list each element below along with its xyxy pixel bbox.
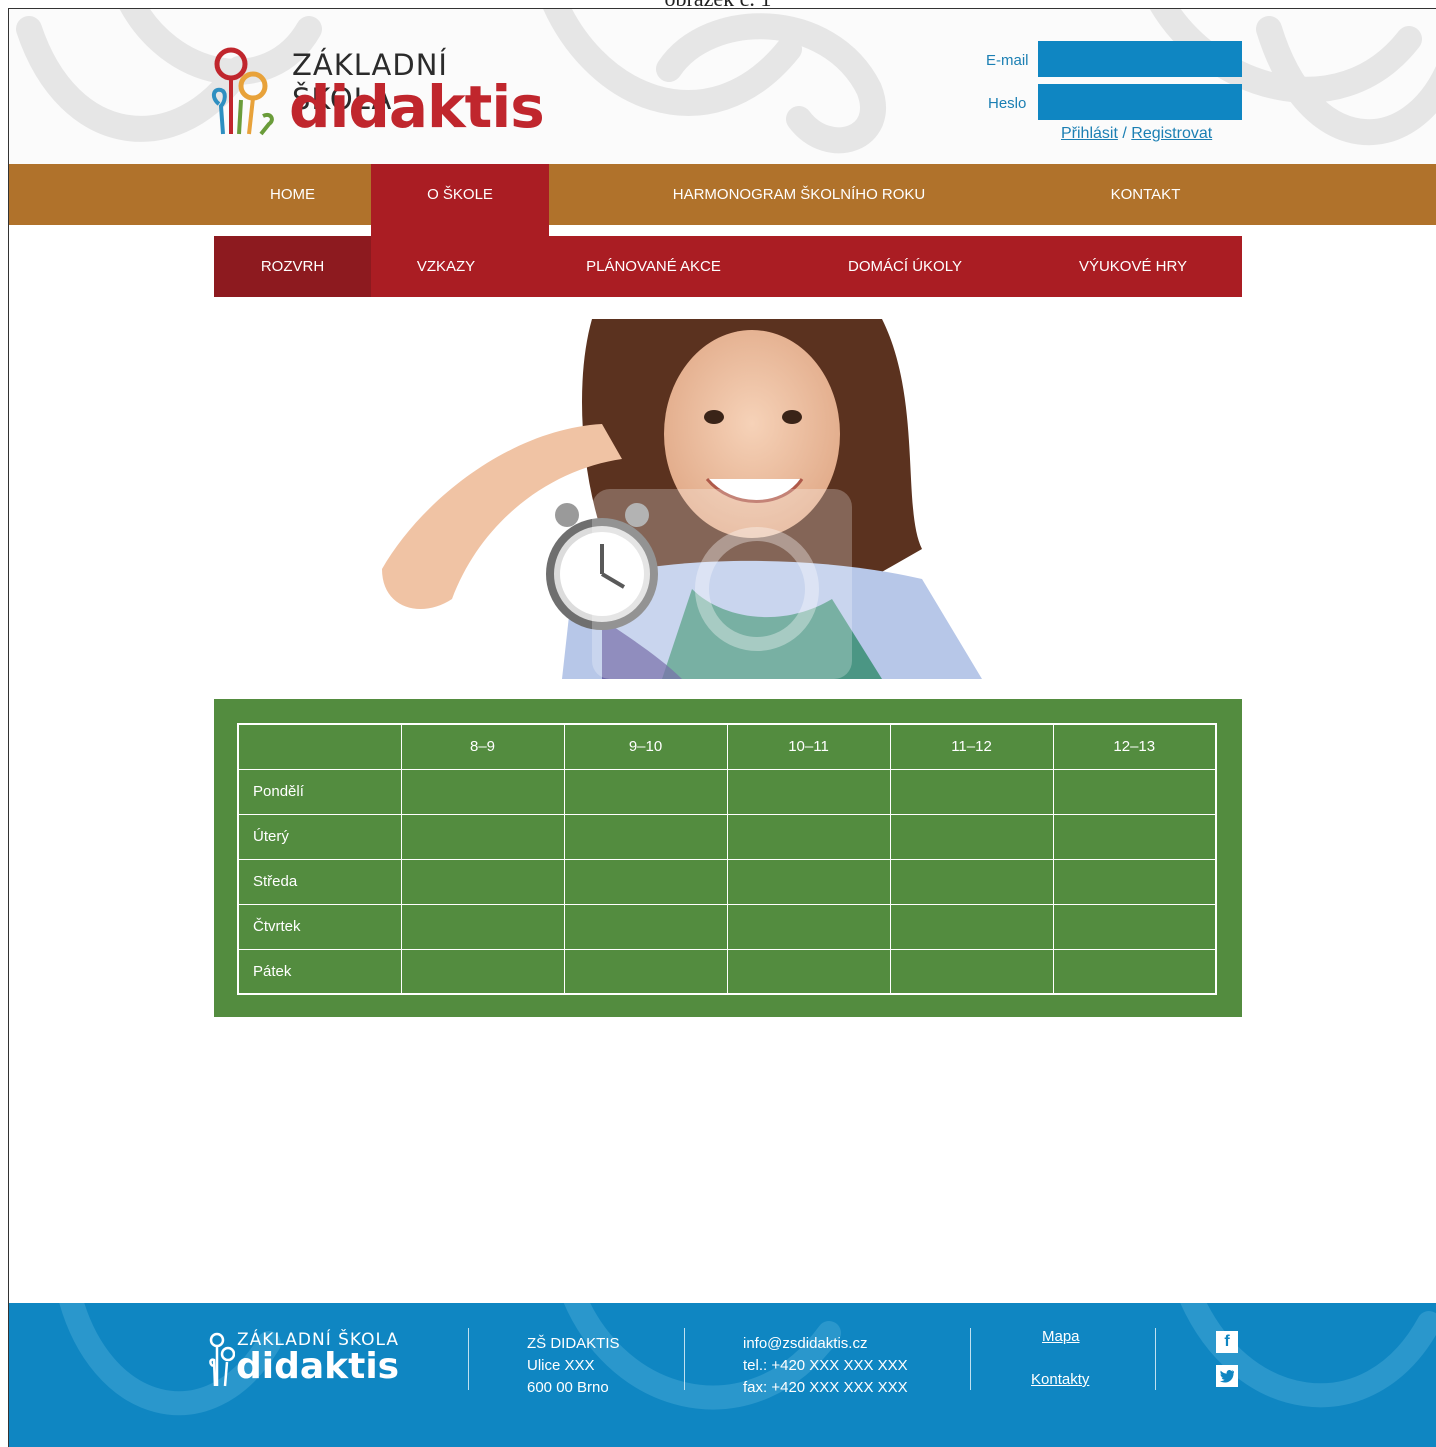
timetable-cell[interactable] [563, 813, 728, 860]
timetable-cell[interactable] [889, 948, 1054, 995]
footer-divider [970, 1328, 971, 1390]
subnav-item-domaci-ukoly[interactable]: DOMÁCÍ ÚKOLY [786, 236, 1024, 297]
timetable-cell[interactable] [400, 813, 565, 860]
timetable-cell[interactable] [400, 903, 565, 950]
nav-item-o-skole[interactable]: O ŠKOLE [371, 164, 549, 237]
twitter-bird-icon [1220, 1370, 1235, 1383]
subnav-item-rozvrh[interactable]: ROZVRH [214, 236, 371, 297]
timetable-cell[interactable] [563, 768, 728, 815]
timetable-cell[interactable] [400, 858, 565, 905]
logo-name: didaktis [289, 73, 545, 141]
password-field[interactable] [1038, 84, 1242, 120]
timetable-row: Středa [237, 858, 1217, 905]
header: ZÁKLADNÍ ŠKOLA didaktis E-mail Heslo Při… [9, 9, 1436, 164]
timetable-cell[interactable] [1052, 813, 1217, 860]
email-field[interactable] [1038, 41, 1242, 77]
main-navigation: HOME O ŠKOLE HARMONOGRAM ŠKOLNÍHO ROKU K… [9, 164, 1436, 237]
footer-address-line: ZŠ DIDAKTIS [527, 1335, 620, 1352]
timetable-row: Úterý [237, 813, 1217, 860]
login-links: Přihlásit / Registrovat [1061, 125, 1212, 143]
footer-logo[interactable]: ZÁKLADNÍ ŠKOLA didaktis [209, 1330, 419, 1390]
timetable-cell[interactable] [889, 858, 1054, 905]
timetable-cell[interactable] [563, 948, 728, 995]
footer-logo-trees-icon [209, 1332, 235, 1387]
timetable-cell[interactable] [400, 768, 565, 815]
timetable-cell[interactable] [563, 858, 728, 905]
timetable-cell[interactable] [889, 813, 1054, 860]
footer-link-mapa[interactable]: Mapa [1042, 1328, 1080, 1345]
timetable-hour-header: 9–10 [563, 723, 728, 770]
school-logo[interactable]: ZÁKLADNÍ ŠKOLA didaktis [209, 42, 545, 147]
timetable-day-label: Čtvrtek [237, 903, 402, 950]
footer-address: ZŠ DIDAKTIS Ulice XXX 600 00 Brno [527, 1333, 620, 1399]
timetable-row: Čtvrtek [237, 903, 1217, 950]
footer-divider [1155, 1328, 1156, 1390]
page-frame: ZÁKLADNÍ ŠKOLA didaktis E-mail Heslo Při… [8, 8, 1436, 1447]
timetable-cell[interactable] [726, 858, 891, 905]
timetable-cell[interactable] [726, 813, 891, 860]
register-link[interactable]: Registrovat [1131, 125, 1212, 142]
timetable-hour-header: 11–12 [889, 723, 1054, 770]
subnav-item-vyukove-hry[interactable]: VÝUKOVÉ HRY [1024, 236, 1242, 297]
login-link[interactable]: Přihlásit [1061, 125, 1118, 142]
footer-logo-name: didaktis [236, 1346, 400, 1387]
timetable-cell[interactable] [889, 768, 1054, 815]
timetable-day-label: Pondělí [237, 768, 402, 815]
nav-item-kontakt[interactable]: KONTAKT [1049, 164, 1242, 225]
timetable-row: Pátek [237, 948, 1217, 995]
footer-link-kontakty[interactable]: Kontakty [1031, 1371, 1089, 1388]
timetable-cell[interactable] [726, 948, 891, 995]
sub-navigation: ROZVRH VZKAZY PLÁNOVANÉ AKCE DOMÁCÍ ÚKOL… [214, 236, 1242, 297]
timetable-cell[interactable] [1052, 768, 1217, 815]
timetable-cell[interactable] [400, 948, 565, 995]
twitter-icon[interactable] [1216, 1365, 1238, 1387]
password-label: Heslo [988, 95, 1027, 112]
login-separator: / [1122, 125, 1127, 142]
timetable-cell[interactable] [1052, 858, 1217, 905]
footer-divider [684, 1328, 685, 1390]
timetable-header-row: 8–9 9–10 10–11 11–12 12–13 [237, 723, 1217, 770]
nav-item-home[interactable]: HOME [214, 164, 371, 225]
timetable-day-label: Úterý [237, 813, 402, 860]
timetable-cell[interactable] [1052, 948, 1217, 995]
timetable-day-label: Pátek [237, 948, 402, 995]
footer-email[interactable]: info@zsdidaktis.cz [743, 1333, 908, 1355]
timetable-row: Pondělí [237, 768, 1217, 815]
timetable: 8–9 9–10 10–11 11–12 12–13 Pondělí Úterý… [237, 723, 1217, 995]
footer-divider [468, 1328, 469, 1390]
timetable-cell[interactable] [563, 903, 728, 950]
footer-fax: fax: +420 XXX XXX XXX [743, 1379, 908, 1396]
footer-address-line: 600 00 Brno [527, 1379, 609, 1396]
footer-phone: tel.: +420 XXX XXX XXX [743, 1357, 908, 1374]
timetable-cell[interactable] [1052, 903, 1217, 950]
email-label: E-mail [986, 52, 1029, 69]
timetable-cell[interactable] [889, 903, 1054, 950]
timetable-hour-header: 12–13 [1052, 723, 1217, 770]
footer: ZÁKLADNÍ ŠKOLA didaktis ZŠ DIDAKTIS Ulic… [9, 1303, 1436, 1447]
timetable-hour-header: 8–9 [400, 723, 565, 770]
timetable-cell[interactable] [726, 768, 891, 815]
subnav-item-planovane-akce[interactable]: PLÁNOVANÉ AKCE [521, 236, 786, 297]
timetable-day-label: Středa [237, 858, 402, 905]
timetable-cell[interactable] [726, 903, 891, 950]
hero-image-girl-with-clock [382, 319, 982, 679]
facebook-icon[interactable]: f [1216, 1331, 1238, 1353]
footer-address-line: Ulice XXX [527, 1357, 595, 1374]
nav-item-harmonogram[interactable]: HARMONOGRAM ŠKOLNÍHO ROKU [549, 164, 1049, 225]
subnav-item-vzkazy[interactable]: VZKAZY [371, 236, 521, 297]
timetable-panel: 8–9 9–10 10–11 11–12 12–13 Pondělí Úterý… [214, 699, 1242, 1017]
logo-trees-icon [212, 47, 274, 136]
timetable-corner-cell [237, 723, 402, 770]
footer-contact: info@zsdidaktis.cz tel.: +420 XXX XXX XX… [743, 1333, 908, 1399]
timetable-hour-header: 10–11 [726, 723, 891, 770]
